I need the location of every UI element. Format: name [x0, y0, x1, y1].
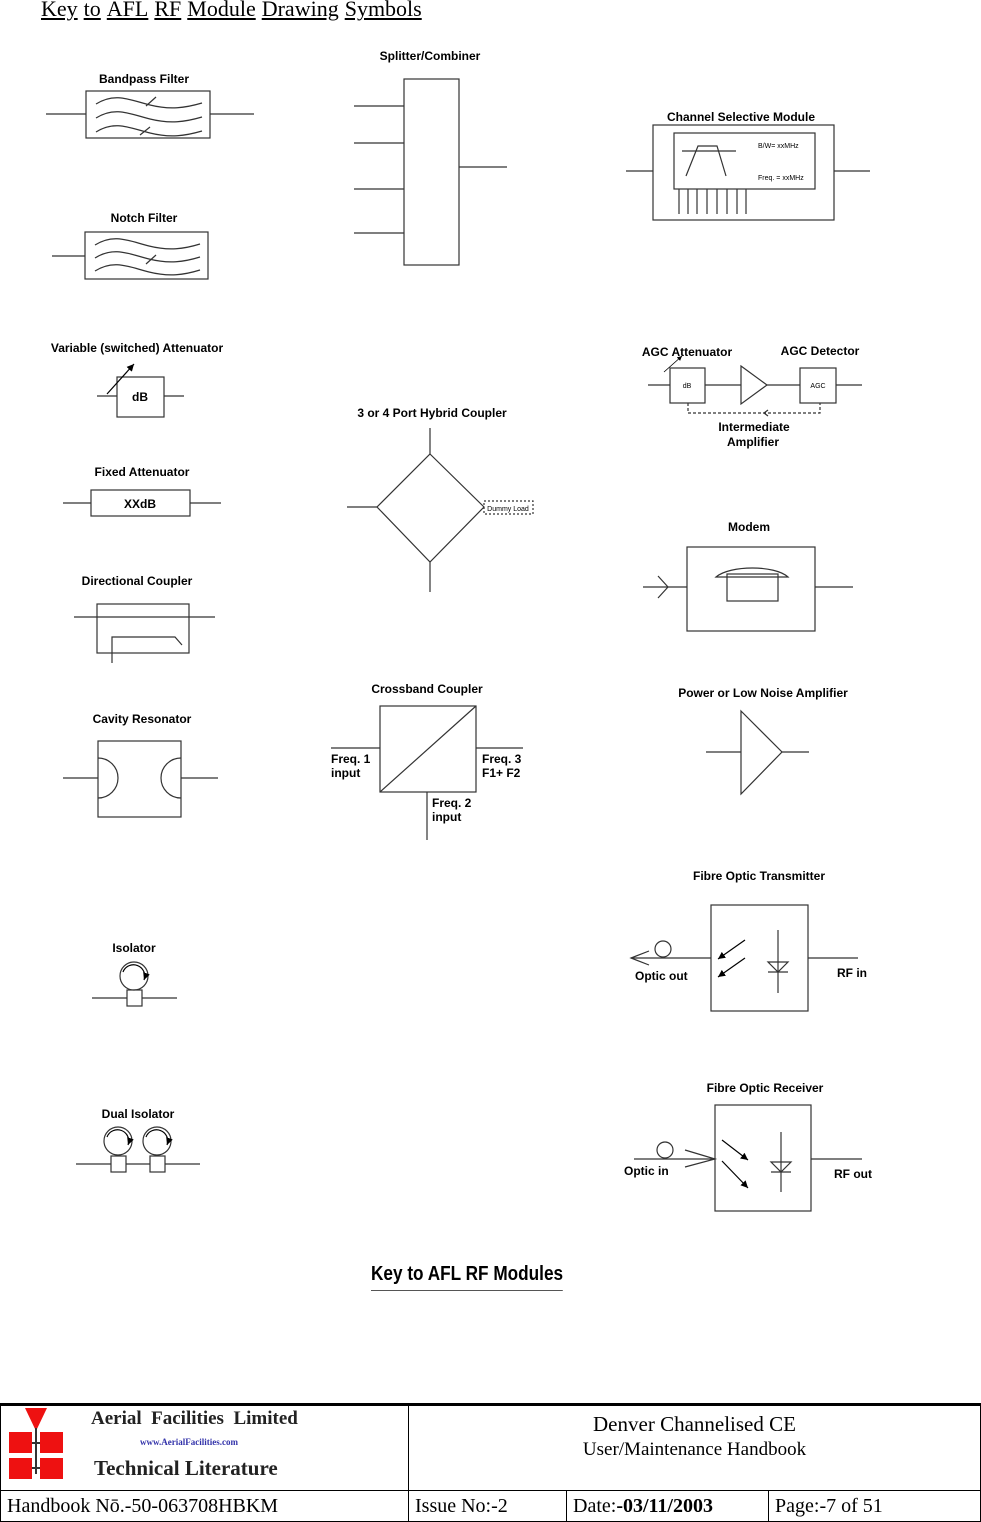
optic-out-label: Optic out — [635, 969, 688, 983]
directional-coupler-label: Directional Coupler — [82, 574, 193, 588]
splitter-combiner-symbol: Splitter/Combiner — [354, 49, 507, 266]
fixed-attenuator-value: XXdB — [124, 497, 156, 511]
variable-attenuator-symbol: Variable (switched) Attenuator dB — [51, 341, 224, 418]
agc-attenuator-label: AGC Attenuator — [642, 345, 733, 359]
modem-label: Modem — [728, 520, 770, 534]
footer-table: Aerial Facilities Limited www.AerialFaci… — [0, 1403, 981, 1522]
page-label: Page: — [775, 1495, 820, 1517]
document-subtitle: User/Maintenance Handbook — [582, 1439, 807, 1460]
optic-in-label: Optic in — [624, 1164, 669, 1178]
cavity-resonator-label: Cavity Resonator — [93, 712, 192, 726]
agc-detector-value: AGC — [810, 383, 825, 390]
freq3-label-2: F1+ F2 — [482, 766, 521, 780]
notch-filter-symbol: Notch Filter — [52, 211, 209, 280]
freq3-label-1: Freq. 3 — [482, 752, 522, 766]
handbook-number: Handbook Nō.-50-063708HBKM — [0, 1490, 409, 1522]
amplifier-symbol: Power or Low Noise Amplifier — [678, 686, 848, 796]
company-name: Aerial Facilities Limited — [91, 1408, 298, 1429]
page-cell: Page:-7 of 51 — [768, 1490, 981, 1522]
document-title-cell: Denver Channelised CE User/Maintenance H… — [408, 1406, 981, 1491]
fixed-attenuator-symbol: Fixed Attenuator XXdB — [63, 465, 221, 517]
hybrid-coupler-symbol: 3 or 4 Port Hybrid Coupler Dummy Load — [347, 406, 534, 592]
fibre-optic-receiver-symbol: Fibre Optic Receiver Optic in RF out — [624, 1081, 872, 1212]
technical-literature-label: Technical Literature — [94, 1456, 278, 1480]
rf-in-label: RF in — [837, 966, 867, 980]
date-label: Date: — [573, 1495, 617, 1517]
figure-caption: Key to AFL RF Modules — [371, 1263, 564, 1291]
company-website: www.AerialFacilities.com — [140, 1437, 238, 1447]
agc-attenuator-value: dB — [683, 383, 692, 390]
directional-coupler-symbol: Directional Coupler — [74, 574, 215, 663]
notch-filter-label: Notch Filter — [111, 211, 178, 225]
modem-symbol: Modem — [643, 520, 853, 632]
fibre-rx-label: Fibre Optic Receiver — [707, 1081, 824, 1095]
bandpass-filter-symbol: Bandpass Filter — [46, 72, 254, 139]
intermediate-amplifier-label-2: Amplifier — [727, 435, 779, 449]
freq1-label-1: Freq. 1 — [331, 752, 371, 766]
channel-selective-module-symbol: Channel Selective Module B/W= xxMHz Freq… — [626, 110, 870, 221]
dummy-load-label: Dummy Load — [487, 506, 529, 513]
cavity-resonator-symbol: Cavity Resonator — [63, 712, 218, 818]
fibre-tx-label: Fibre Optic Transmitter — [693, 869, 825, 883]
symbols-diagram: Bandpass Filter Notch Filter Splitter/Co… — [46, 49, 872, 1212]
dual-isolator-label: Dual Isolator — [102, 1107, 175, 1121]
issue-number: Issue No:-2 — [408, 1490, 567, 1522]
intermediate-amplifier-label-1: Intermediate — [718, 420, 790, 434]
csm-bw-text: B/W= xxMHz — [758, 143, 799, 150]
page-value: -7 of 51 — [819, 1495, 883, 1517]
freq2-label-1: Freq. 2 — [432, 796, 472, 810]
fixed-attenuator-label: Fixed Attenuator — [95, 465, 190, 479]
isolator-symbol: Isolator — [92, 941, 177, 1007]
hybrid-coupler-label: 3 or 4 Port Hybrid Coupler — [357, 406, 507, 420]
dual-isolator-symbol: Dual Isolator — [76, 1107, 200, 1173]
splitter-combiner-label: Splitter/Combiner — [380, 49, 481, 63]
amplifier-label: Power or Low Noise Amplifier — [678, 686, 848, 700]
agc-symbol: AGC Attenuator AGC Detector dB AGC Inter… — [642, 344, 862, 449]
rf-out-label: RF out — [834, 1167, 872, 1181]
freq2-label-2: input — [432, 810, 461, 824]
agc-detector-label: AGC Detector — [781, 344, 860, 358]
bandpass-filter-label: Bandpass Filter — [99, 72, 189, 86]
variable-attenuator-label: Variable (switched) Attenuator — [51, 341, 224, 355]
isolator-label: Isolator — [112, 941, 156, 955]
csm-label: Channel Selective Module — [667, 110, 815, 124]
fibre-optic-transmitter-symbol: Fibre Optic Transmitter Optic out RF in — [629, 869, 867, 1012]
variable-attenuator-value: dB — [132, 390, 148, 404]
crossband-coupler-label: Crossband Coupler — [371, 682, 483, 696]
csm-freq-text: Freq. = xxMHz — [758, 175, 804, 182]
freq1-label-2: input — [331, 766, 360, 780]
afl-logo-icon — [9, 1408, 63, 1479]
logo-cell: Aerial Facilities Limited www.AerialFaci… — [0, 1406, 409, 1491]
document-title: Denver Channelised CE — [593, 1412, 796, 1436]
date-value: -03/11/2003 — [616, 1495, 713, 1517]
crossband-coupler-symbol: Crossband Coupler Freq. 1 input Freq. 3 … — [331, 682, 523, 840]
date-cell: Date:-03/11/2003 — [566, 1490, 769, 1522]
